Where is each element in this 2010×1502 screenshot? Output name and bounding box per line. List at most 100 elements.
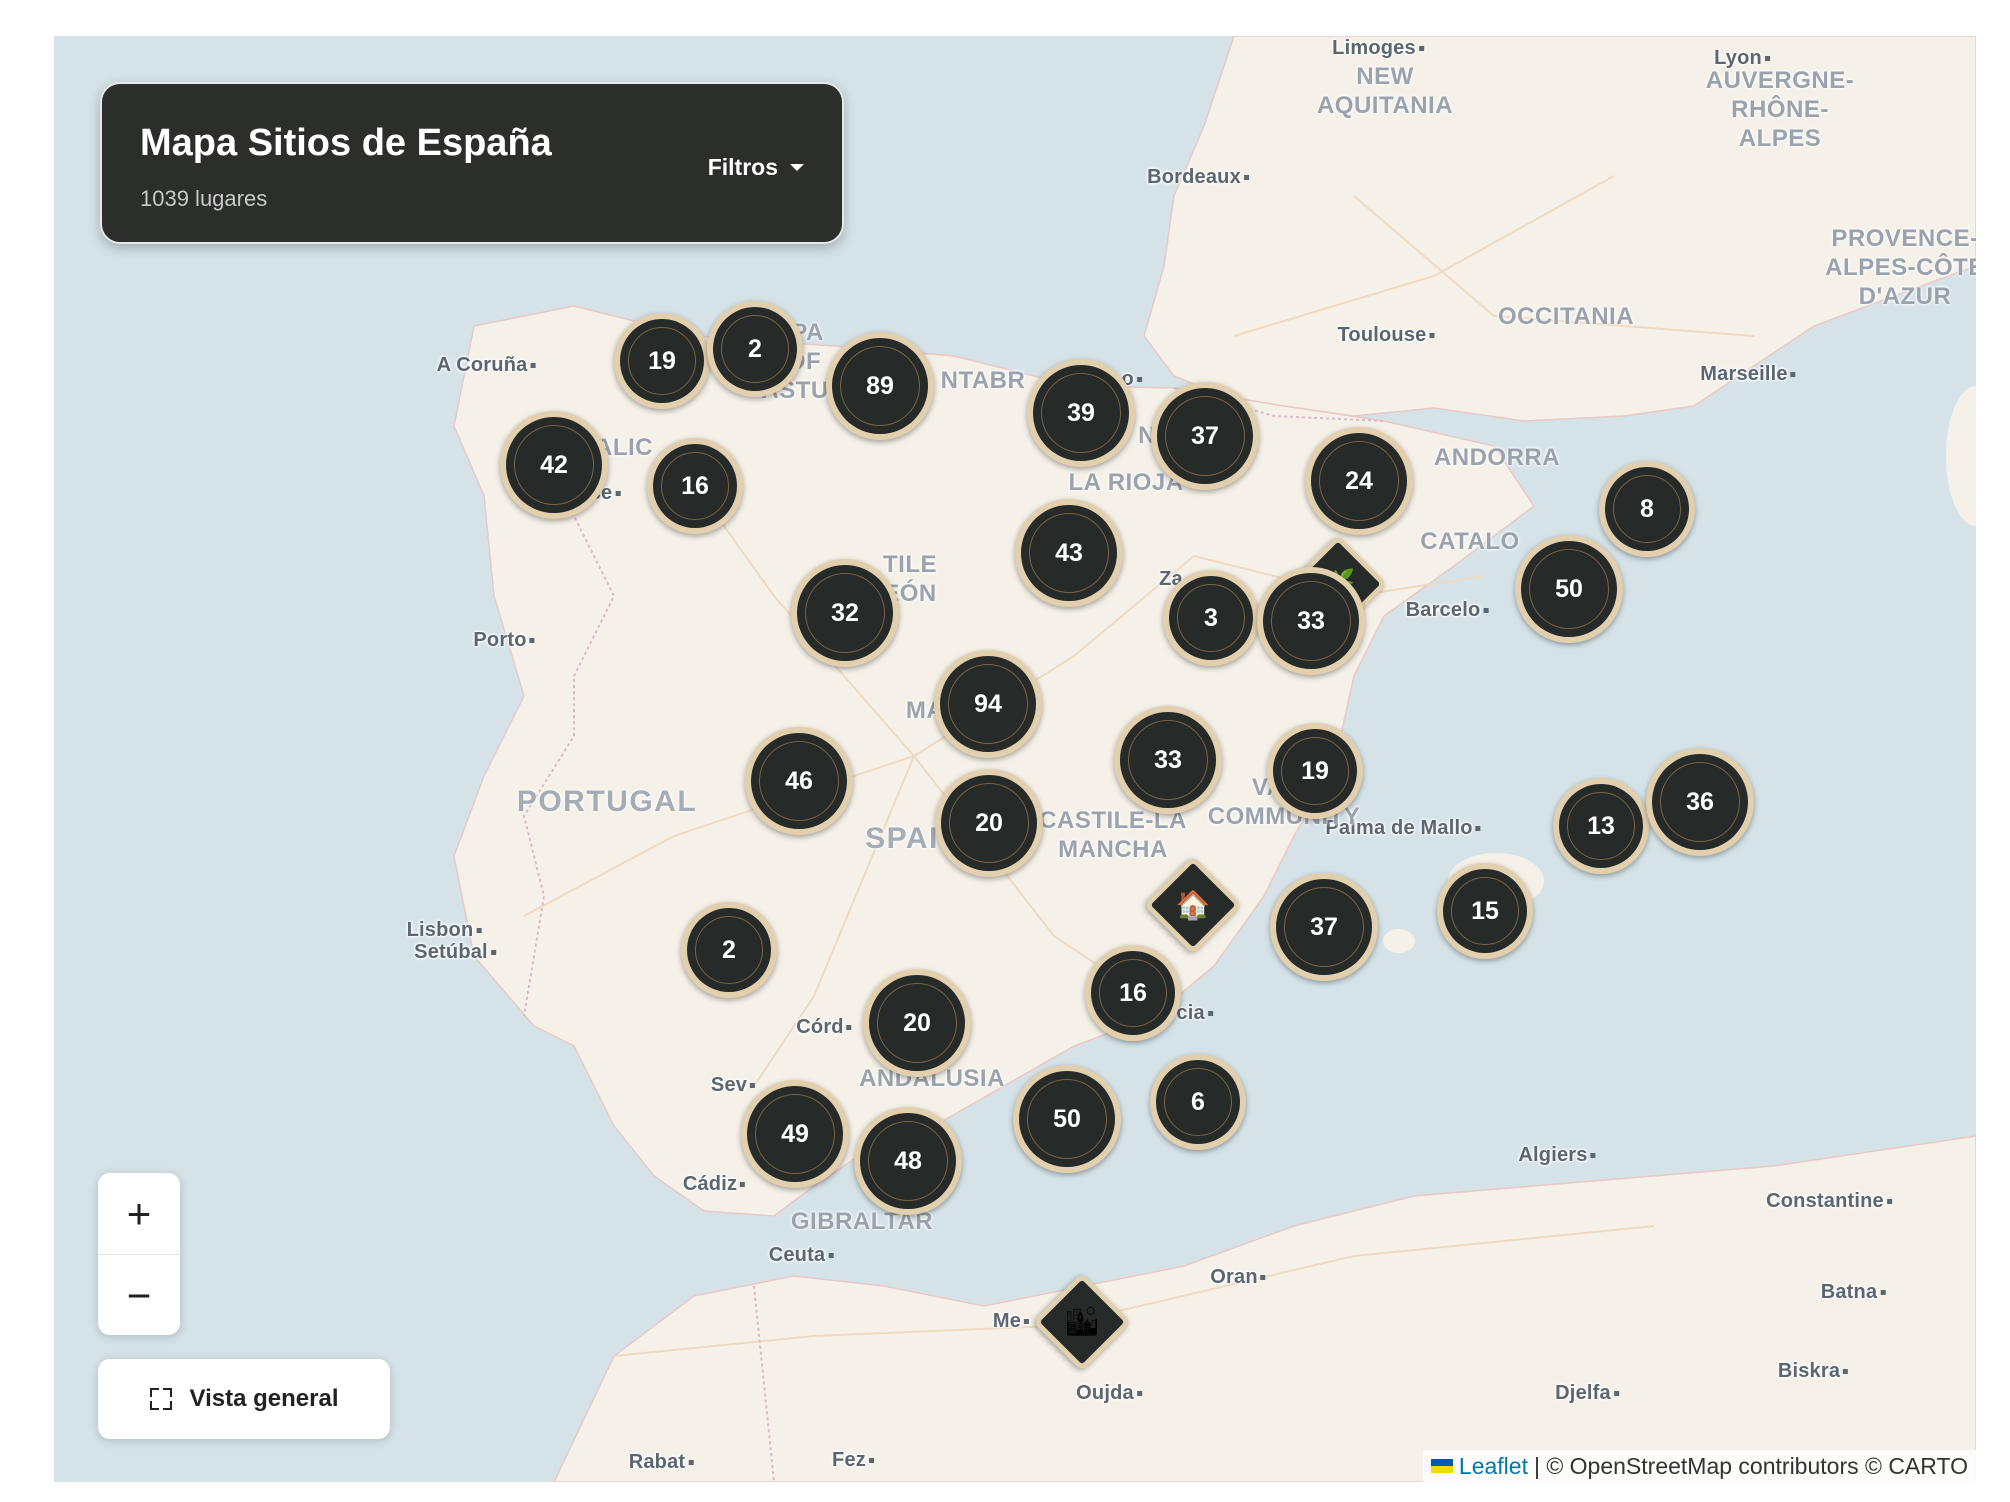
leaflet-link[interactable]: Leaflet — [1459, 1453, 1528, 1480]
cluster-count: 33 — [1297, 606, 1325, 635]
zoom-control: + − — [98, 1173, 180, 1335]
page-title: Mapa Sitios de España — [140, 122, 552, 164]
cluster-marker[interactable]: 89 — [826, 332, 934, 440]
house-icon: 🏠 — [1175, 889, 1211, 920]
country-label: SPAI — [865, 822, 939, 855]
cluster-badge: 16 — [1091, 951, 1175, 1035]
cluster-count: 33 — [1154, 745, 1182, 774]
cluster-badge: 32 — [797, 565, 893, 661]
place-label: Bordeaux — [1147, 166, 1249, 189]
region-label: NTABR — [940, 367, 1026, 394]
cluster-marker[interactable]: 16 — [647, 438, 743, 534]
cluster-marker[interactable]: 50 — [1515, 535, 1623, 643]
cluster-count: 20 — [903, 1008, 931, 1037]
map-canvas[interactable]: Limoges Lyon Bordeaux Toulouse Marseille A Co… — [54, 36, 1976, 1482]
cluster-badge: 50 — [1019, 1071, 1115, 1167]
cluster-badge: 19 — [620, 319, 704, 403]
region-label: PROVENCE- ALPES-CÔTE D'AZUR — [1825, 225, 1976, 310]
cluster-badge: 24 — [1311, 433, 1407, 529]
cluster-badge: 16 — [653, 444, 737, 528]
place-label: Batna — [1821, 1281, 1886, 1304]
zoom-out-button[interactable]: − — [98, 1254, 180, 1335]
cluster-count: 37 — [1191, 421, 1219, 450]
cluster-count: 16 — [1119, 978, 1147, 1007]
place-label: Fez — [832, 1449, 874, 1472]
place-label: Oran — [1210, 1266, 1266, 1289]
overview-label: Vista general — [189, 1385, 339, 1412]
cluster-marker[interactable]: 43 — [1015, 499, 1123, 607]
cluster-badge: 37 — [1276, 879, 1372, 975]
ukraine-flag-icon — [1430, 1459, 1453, 1473]
region-label: ANDORRA — [1433, 444, 1561, 471]
cluster-marker[interactable]: 48 — [854, 1107, 962, 1215]
cluster-count: 20 — [975, 808, 1003, 837]
cluster-count: 8 — [1640, 494, 1654, 523]
cluster-count: 89 — [866, 371, 894, 400]
cluster-badge: 6 — [1156, 1060, 1240, 1144]
map-attribution: Leaflet | © OpenStreetMap contributors ©… — [1422, 1450, 1976, 1482]
cluster-marker[interactable]: 33 — [1114, 706, 1222, 814]
region-label: OCCITANIA — [1497, 303, 1635, 330]
cluster-marker[interactable]: 20 — [863, 969, 971, 1077]
cluster-marker[interactable]: 24 — [1305, 427, 1413, 535]
cluster-marker[interactable]: 13 — [1553, 778, 1649, 874]
cluster-marker[interactable]: 19 — [1267, 723, 1363, 819]
cluster-marker[interactable]: 15 — [1437, 863, 1533, 959]
place-label: Cádiz — [683, 1173, 746, 1196]
place-label: Toulouse — [1337, 324, 1435, 347]
cluster-marker[interactable]: 2 — [707, 301, 803, 397]
cluster-marker[interactable]: 39 — [1027, 359, 1135, 467]
cluster-marker[interactable]: 19 — [614, 313, 710, 409]
place-label: Constantine — [1766, 1190, 1892, 1213]
cluster-count: 37 — [1310, 912, 1338, 941]
cluster-badge: 46 — [751, 733, 847, 829]
cluster-marker[interactable]: 33 — [1257, 567, 1365, 675]
cluster-marker[interactable]: 20 — [935, 769, 1043, 877]
place-label: Me — [993, 1310, 1030, 1333]
cluster-marker[interactable]: 6 — [1150, 1054, 1246, 1150]
cluster-badge: 33 — [1263, 573, 1359, 669]
overview-button[interactable]: Vista general — [98, 1359, 390, 1439]
cluster-marker[interactable]: 8 — [1599, 461, 1695, 557]
cluster-badge: 2 — [687, 908, 771, 992]
cluster-count: 50 — [1053, 1104, 1081, 1133]
cluster-badge: 20 — [869, 975, 965, 1071]
cluster-marker[interactable]: 46 — [745, 727, 853, 835]
region-label: CATALO — [1420, 528, 1520, 555]
cluster-marker[interactable]: 94 — [934, 650, 1042, 758]
cluster-marker[interactable]: 36 — [1646, 748, 1754, 856]
cluster-count: 94 — [974, 689, 1002, 718]
cluster-marker[interactable]: 2 — [681, 902, 777, 998]
cluster-count: 2 — [748, 334, 762, 363]
cluster-count: 49 — [781, 1119, 809, 1148]
city-icon: 🏙 — [1064, 1305, 1100, 1337]
cluster-marker[interactable]: 50 — [1013, 1065, 1121, 1173]
cluster-count: 36 — [1686, 787, 1714, 816]
place-label: Oujda — [1076, 1382, 1142, 1405]
cluster-count: 19 — [648, 346, 676, 375]
cluster-marker[interactable]: 49 — [741, 1080, 849, 1188]
place-label: Rabat — [629, 1451, 694, 1474]
cluster-count: 13 — [1587, 811, 1615, 840]
filters-dropdown[interactable]: Filtros — [708, 154, 804, 181]
place-label: Barcelo — [1406, 599, 1489, 622]
cluster-count: 46 — [785, 766, 813, 795]
cluster-count: 50 — [1555, 574, 1583, 603]
region-label: AUVERGNE- RHÔNE- ALPES — [1705, 67, 1855, 152]
cluster-count: 32 — [831, 598, 859, 627]
cluster-badge: 15 — [1443, 869, 1527, 953]
cluster-marker[interactable]: 32 — [791, 559, 899, 667]
cluster-marker[interactable]: 42 — [500, 411, 608, 519]
place-label: Sev — [711, 1074, 756, 1097]
place-label: Porto — [473, 629, 535, 652]
zoom-in-button[interactable]: + — [98, 1173, 180, 1254]
attribution-text: | © OpenStreetMap contributors © CARTO — [1533, 1452, 1968, 1479]
cluster-marker[interactable]: 37 — [1270, 873, 1378, 981]
cluster-marker[interactable]: 16 — [1085, 945, 1181, 1041]
cluster-marker[interactable]: 3 — [1163, 570, 1259, 666]
cluster-badge: 36 — [1652, 754, 1748, 850]
cluster-count: 3 — [1204, 603, 1218, 632]
place-label: Ceuta — [769, 1244, 834, 1267]
cluster-marker[interactable]: 37 — [1151, 382, 1259, 490]
cluster-badge: 89 — [832, 338, 928, 434]
